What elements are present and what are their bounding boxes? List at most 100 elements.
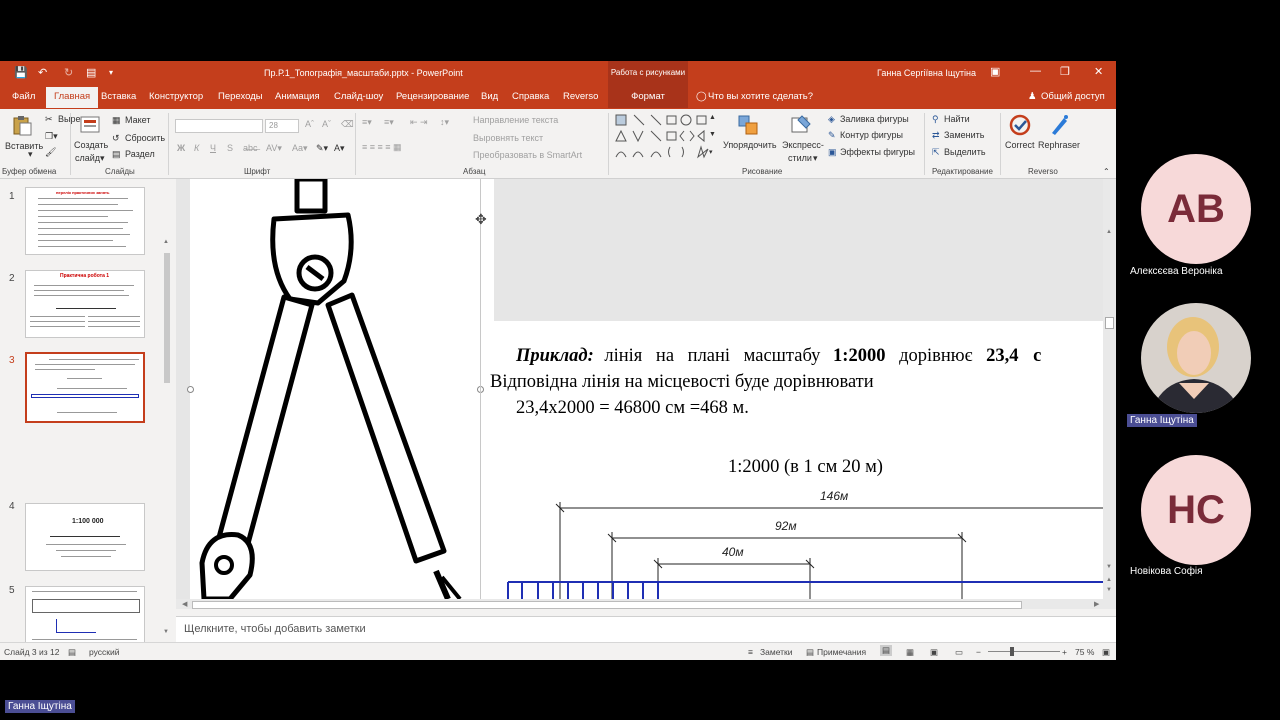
strikethrough-icon[interactable]: a̶b̶c̶	[243, 143, 258, 153]
shape-outline-button[interactable]: Контур фигуры	[840, 130, 903, 140]
tab-file[interactable]: Файл	[12, 91, 35, 102]
zoom-out-icon[interactable]: −	[976, 647, 981, 657]
tab-help[interactable]: Справка	[512, 91, 549, 102]
underline-button[interactable]: Ч	[210, 143, 216, 153]
shrink-font-icon[interactable]: Aˇ	[322, 119, 331, 129]
replace-button[interactable]: Заменить	[944, 130, 984, 140]
font-size-input[interactable]: 28	[265, 119, 299, 133]
correct-button[interactable]: Correct	[1005, 140, 1035, 150]
notes-toggle[interactable]: Заметки	[760, 647, 793, 657]
slide[interactable]: ✥ Приклад: лінія на плані масштабу 1:200…	[187, 179, 1116, 599]
quick-styles-dropdown-icon[interactable]: ▾	[813, 153, 818, 164]
language-indicator[interactable]: русский	[89, 647, 120, 657]
tab-reverso[interactable]: Reverso	[563, 91, 598, 102]
tab-animations[interactable]: Анимация	[275, 91, 320, 102]
bullets-icon[interactable]: ≡▾	[362, 117, 372, 128]
scroll-thumb[interactable]	[164, 253, 170, 383]
zoom-slider[interactable]	[988, 651, 1060, 652]
bold-button[interactable]: Ж	[177, 143, 185, 153]
compass-picture[interactable]	[190, 179, 480, 599]
comments-toggle[interactable]: Примечания	[817, 647, 866, 657]
spacing-icon[interactable]: AV▾	[266, 143, 282, 154]
scroll-thumb[interactable]	[192, 601, 1022, 609]
slide-thumbnail-4[interactable]: 1:100 000	[25, 503, 145, 571]
vertical-scrollbar[interactable]: ▲ ▼ ▲ ▼	[1103, 179, 1116, 599]
new-slide-icon[interactable]	[79, 114, 101, 136]
arrange-button[interactable]: Упорядочить	[723, 140, 777, 150]
align-icons[interactable]: ≡ ≡ ≡ ≡ ▦	[362, 142, 402, 153]
restore-icon[interactable]: ❐	[1060, 65, 1070, 78]
scroll-up-icon[interactable]: ▲	[1106, 229, 1112, 235]
indent-icon[interactable]: ⇤ ⇥	[410, 117, 428, 128]
shapes-scroll-down-icon[interactable]: ▼	[709, 131, 716, 138]
tab-format[interactable]: Формат	[608, 85, 688, 108]
redo-icon[interactable]: ↻	[64, 66, 73, 79]
text-direction-button[interactable]: Направление текста	[473, 115, 558, 125]
change-case-icon[interactable]: Aa▾	[292, 143, 308, 154]
grow-font-icon[interactable]: Aˆ	[305, 119, 314, 129]
scroll-down-icon[interactable]: ▼	[163, 629, 169, 635]
reset-button[interactable]: Сбросить	[125, 133, 165, 143]
layout-button[interactable]: Макет	[125, 115, 150, 125]
presentation-icon[interactable]: ▤	[86, 66, 96, 79]
correct-icon[interactable]	[1009, 114, 1031, 136]
paste-dropdown-icon[interactable]: ▾	[28, 149, 33, 160]
paste-icon[interactable]	[11, 114, 33, 136]
quick-styles-icon[interactable]	[790, 114, 812, 136]
numbering-icon[interactable]: ≡▾	[384, 117, 394, 128]
minimize-icon[interactable]: —	[1030, 65, 1041, 77]
shadow-button[interactable]: S	[227, 143, 233, 153]
account-name[interactable]: Ганна Сергіївна Іщутіна	[877, 68, 976, 78]
tab-view[interactable]: Вид	[481, 91, 498, 102]
shapes-scroll-up-icon[interactable]: ▲	[709, 114, 716, 121]
section-button[interactable]: Раздел	[125, 149, 155, 159]
rephraser-button[interactable]: Rephraser	[1038, 140, 1080, 150]
shapes-more-icon[interactable]: ▾	[709, 148, 713, 156]
copy-icon[interactable]: ❐▾	[45, 131, 58, 142]
tab-design[interactable]: Конструктор	[149, 91, 203, 102]
line-spacing-icon[interactable]: ↕▾	[440, 117, 449, 128]
shape-effects-button[interactable]: Эффекты фигуры	[840, 147, 915, 157]
convert-smartart-button[interactable]: Преобразовать в SmartArt	[473, 150, 582, 160]
normal-view-icon[interactable]: ▤	[880, 645, 893, 656]
customize-quick-access-icon[interactable]: ▾	[109, 68, 113, 77]
scroll-thumb[interactable]	[1105, 317, 1114, 329]
reading-view-icon[interactable]: ▣	[930, 647, 938, 658]
close-icon[interactable]: ✕	[1094, 65, 1103, 78]
slide-thumbnail-1[interactable]: перелік практичних занять	[25, 187, 145, 255]
next-slide-icon[interactable]: ▼	[1106, 587, 1112, 593]
scroll-down-icon[interactable]: ▼	[1106, 564, 1112, 570]
slide-thumbnail-3[interactable]	[25, 352, 145, 423]
thumbnail-scrollbar[interactable]: ▲ ▼	[162, 179, 172, 642]
ribbon-display-icon[interactable]: ▣	[990, 65, 1000, 78]
tab-transitions[interactable]: Переходы	[218, 91, 263, 102]
highlight-icon[interactable]: ✎▾	[316, 143, 328, 154]
slide-thumbnail-2[interactable]: Практична робота 1	[25, 270, 145, 338]
new-slide-dropdown-icon[interactable]: ▾	[100, 153, 105, 164]
selection-handle[interactable]	[187, 386, 194, 393]
tab-review[interactable]: Рецензирование	[396, 91, 469, 102]
font-color-icon[interactable]: A▾	[334, 143, 345, 154]
align-text-button[interactable]: Выровнять текст	[473, 133, 543, 143]
save-icon[interactable]: 💾	[14, 66, 28, 79]
tab-slideshow[interactable]: Слайд-шоу	[334, 91, 383, 102]
new-slide-button[interactable]: Создать	[74, 140, 108, 150]
previous-slide-icon[interactable]: ▲	[1106, 577, 1112, 583]
italic-button[interactable]: К	[194, 143, 199, 153]
shapes-gallery[interactable]	[614, 113, 718, 165]
spellcheck-icon[interactable]: ▤	[68, 647, 76, 658]
quick-styles-button[interactable]: Экспресс-	[782, 140, 824, 150]
zoom-level[interactable]: 75 %	[1075, 647, 1094, 657]
shape-fill-button[interactable]: Заливка фигуры	[840, 114, 909, 124]
slideshow-icon[interactable]: ▭	[955, 647, 963, 658]
find-button[interactable]: Найти	[944, 114, 970, 124]
zoom-in-icon[interactable]: +	[1062, 647, 1067, 657]
share-button[interactable]: Общий доступ	[1041, 91, 1105, 102]
format-painter-icon[interactable]: 🖌	[45, 147, 56, 158]
rephraser-icon[interactable]	[1048, 114, 1070, 136]
tab-home[interactable]: Главная	[46, 87, 99, 108]
undo-icon[interactable]: ↶	[38, 66, 47, 79]
horizontal-scrollbar[interactable]: ◀ ▶	[176, 599, 1116, 609]
font-name-input[interactable]	[175, 119, 263, 133]
zoom-slider-thumb[interactable]	[1010, 647, 1014, 656]
